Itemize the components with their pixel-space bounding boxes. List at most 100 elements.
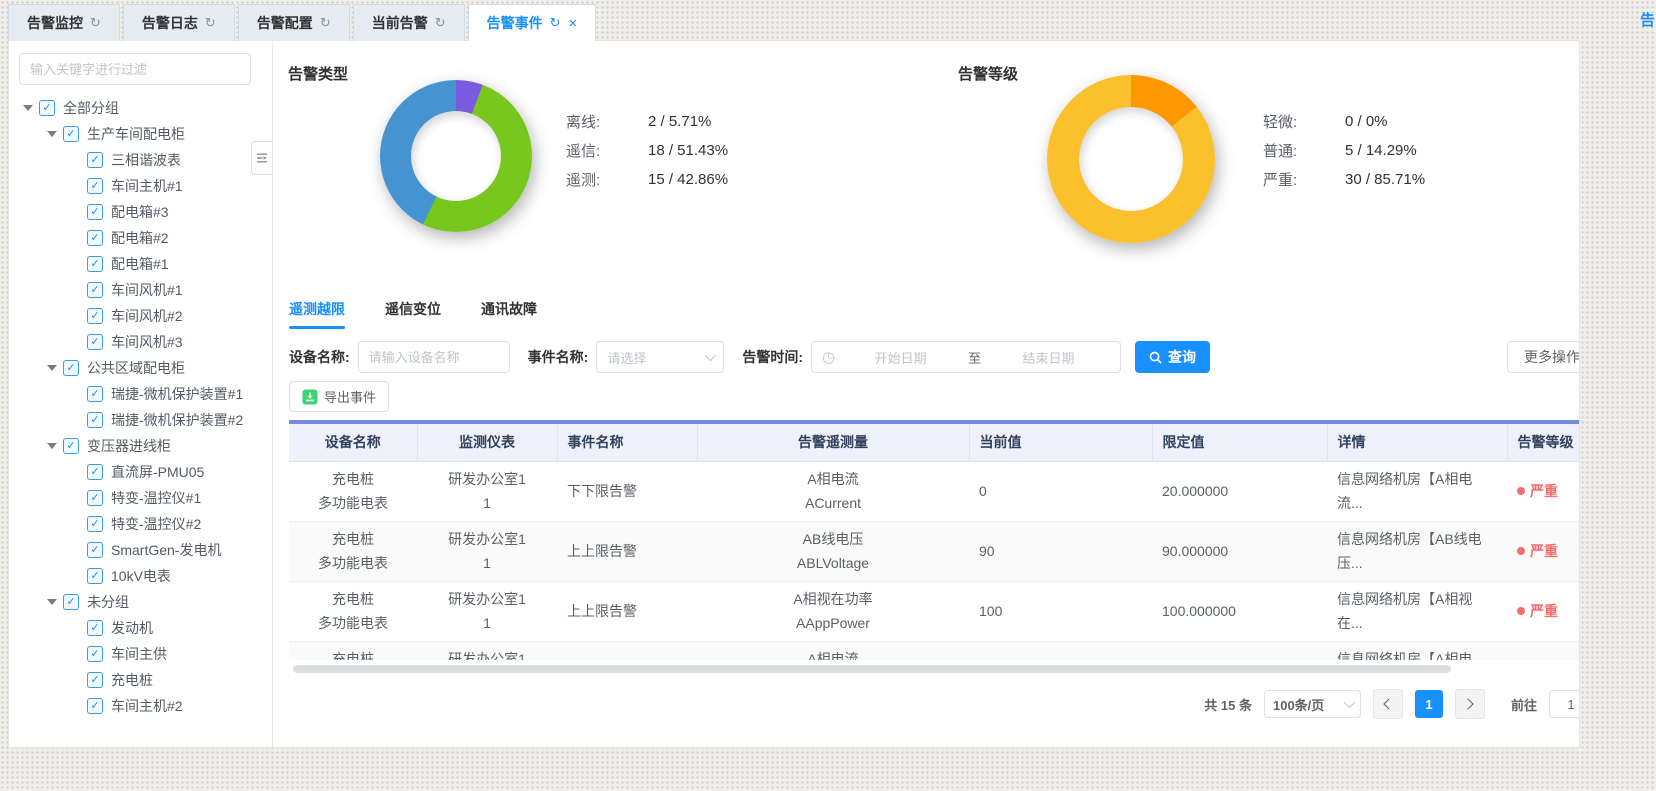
tree-node-发动机[interactable]: ✓发动机 xyxy=(19,615,272,641)
checkbox[interactable]: ✓ xyxy=(63,360,79,376)
tab-label: 告警监控 xyxy=(27,13,83,33)
checkbox[interactable]: ✓ xyxy=(87,672,103,688)
checkbox[interactable]: ✓ xyxy=(87,490,103,506)
close-icon[interactable]: × xyxy=(569,15,578,32)
alarm-level-donut-chart[interactable] xyxy=(1047,75,1215,243)
checkbox[interactable]: ✓ xyxy=(87,412,103,428)
chart-title-alarm-type: 告警类型 xyxy=(288,63,348,84)
tree-node-配电箱#3[interactable]: ✓配电箱#3 xyxy=(19,199,272,225)
refresh-icon[interactable]: ↻ xyxy=(205,15,216,31)
tree-node-直流屏-PMU05[interactable]: ✓直流屏-PMU05 xyxy=(19,459,272,485)
tab-告警日志[interactable]: 告警日志↻ xyxy=(123,4,235,41)
tree-node-label: 配电箱#2 xyxy=(111,228,169,248)
table-row[interactable]: 充电桩多功能电表研发办公室11上上限告警AB线电压ABLVoltage9090.… xyxy=(289,521,1579,581)
checkbox[interactable]: ✓ xyxy=(87,620,103,636)
checkbox[interactable]: ✓ xyxy=(63,594,79,610)
tree-filter-input[interactable] xyxy=(19,53,251,85)
checkbox[interactable]: ✓ xyxy=(87,334,103,350)
severity-label: 严重 xyxy=(1530,659,1558,660)
caret-down-icon[interactable] xyxy=(47,131,57,137)
tree-node-车间风机#3[interactable]: ✓车间风机#3 xyxy=(19,329,272,355)
sidebar-collapse-handle[interactable] xyxy=(251,141,272,175)
tree-node-未分组[interactable]: ✓未分组 xyxy=(19,589,272,615)
goto-page-input[interactable] xyxy=(1549,690,1579,718)
tree-node-SmartGen-发电机[interactable]: ✓SmartGen-发电机 xyxy=(19,537,272,563)
tree-node-公共区域配电柜[interactable]: ✓公共区域配电柜 xyxy=(19,355,272,381)
tree-node-特变-温控仪#2[interactable]: ✓特变-温控仪#2 xyxy=(19,511,272,537)
end-date-placeholder[interactable]: 结束日期 xyxy=(987,348,1110,367)
tree-node-label: 变压器进线柜 xyxy=(87,436,171,456)
legend-label: 离线: xyxy=(566,111,648,132)
query-button[interactable]: 查询 xyxy=(1135,341,1210,373)
tree-node-特变-温控仪#1[interactable]: ✓特变-温控仪#1 xyxy=(19,485,272,511)
checkbox[interactable]: ✓ xyxy=(87,178,103,194)
checkbox[interactable]: ✓ xyxy=(87,256,103,272)
tree-node-车间风机#1[interactable]: ✓车间风机#1 xyxy=(19,277,272,303)
tree-node-车间主机#2[interactable]: ✓车间主机#2 xyxy=(19,693,272,719)
cell-meter: 研发办公室11 xyxy=(417,521,557,581)
subtab-遥测越限[interactable]: 遥测越限 xyxy=(289,299,345,329)
checkbox[interactable]: ✓ xyxy=(63,438,79,454)
start-date-placeholder[interactable]: 开始日期 xyxy=(839,348,962,367)
caret-down-icon[interactable] xyxy=(47,365,57,371)
tree-node-全部分组[interactable]: ✓全部分组 xyxy=(19,95,272,121)
tab-当前告警[interactable]: 当前告警↻ xyxy=(353,4,465,41)
subtab-遥信变位[interactable]: 遥信变位 xyxy=(385,299,441,329)
caret-down-icon[interactable] xyxy=(47,599,57,605)
checkbox[interactable]: ✓ xyxy=(87,542,103,558)
prev-page-button[interactable] xyxy=(1373,689,1403,719)
tab-告警监控[interactable]: 告警监控 ↻ xyxy=(8,4,120,41)
cell-line: 研发办公室1 xyxy=(427,467,547,491)
checkbox[interactable]: ✓ xyxy=(87,230,103,246)
checkbox[interactable]: ✓ xyxy=(87,646,103,662)
refresh-icon[interactable]: ↻ xyxy=(90,15,101,31)
tree-node-生产车间配电柜[interactable]: ✓生产车间配电柜 xyxy=(19,121,272,147)
refresh-icon[interactable]: ↻ xyxy=(320,15,331,31)
more-actions-button[interactable]: 更多操作 xyxy=(1507,341,1579,373)
next-page-button[interactable] xyxy=(1455,689,1485,719)
tree-node-配电箱#1[interactable]: ✓ 配电箱#1 xyxy=(19,251,272,277)
subtab-通讯故障[interactable]: 通讯故障 xyxy=(481,299,537,329)
page-number-button[interactable]: 1 xyxy=(1415,690,1443,718)
refresh-icon[interactable]: ↻ xyxy=(435,15,446,31)
checkbox[interactable]: ✓ xyxy=(39,100,55,116)
tab-告警事件[interactable]: 告警事件↻× xyxy=(468,4,597,41)
table-row[interactable]: 充电桩多功能电表研发办公室11上上限告警A相视在功率AAppPower10010… xyxy=(289,581,1579,641)
horizontal-scrollbar[interactable] xyxy=(289,665,1579,673)
page-size-select[interactable]: 100条/页 xyxy=(1264,690,1361,718)
tree-node-充电桩[interactable]: ✓充电桩 xyxy=(19,667,272,693)
checkbox[interactable]: ✓ xyxy=(87,698,103,714)
checkbox[interactable]: ✓ xyxy=(87,386,103,402)
tree-node-变压器进线柜[interactable]: ✓ 变压器进线柜 xyxy=(19,433,272,459)
table-row[interactable]: 充电桩多功能电表研发办公室11下下限告警A相电流ACurrent020.0000… xyxy=(289,641,1579,660)
export-events-button[interactable]: 导出事件 xyxy=(289,381,389,412)
tree-node-车间主机#1[interactable]: ✓车间主机#1 xyxy=(19,173,272,199)
checkbox[interactable]: ✓ xyxy=(87,568,103,584)
tab-告警配置[interactable]: 告警配置↻ xyxy=(238,4,350,41)
tree-node-瑞捷-微机保护装置#2[interactable]: ✓瑞捷-微机保护装置#2 xyxy=(19,407,272,433)
refresh-icon[interactable]: ↻ xyxy=(550,15,561,31)
caret-down-icon[interactable] xyxy=(23,105,33,111)
scrollbar-thumb[interactable] xyxy=(293,665,1451,673)
event-name-select[interactable]: 请选择 xyxy=(596,341,724,373)
caret-down-icon[interactable] xyxy=(47,443,57,449)
overflow-tab-text[interactable]: 告 xyxy=(1640,9,1655,30)
tree-node-车间风机#2[interactable]: ✓车间风机#2 xyxy=(19,303,272,329)
checkbox[interactable]: ✓ xyxy=(87,308,103,324)
alarm-type-donut-chart[interactable] xyxy=(380,80,532,232)
alarm-time-range-picker[interactable]: ◷ 开始日期 至 结束日期 xyxy=(811,341,1121,373)
tree-node-label: 配电箱#1 xyxy=(111,254,169,274)
checkbox[interactable]: ✓ xyxy=(63,126,79,142)
table-row[interactable]: 充电桩多功能电表研发办公室11下下限告警A相电流ACurrent020.0000… xyxy=(289,461,1579,521)
checkbox[interactable]: ✓ xyxy=(87,204,103,220)
tree-node-车间主供[interactable]: ✓车间主供 xyxy=(19,641,272,667)
checkbox[interactable]: ✓ xyxy=(87,152,103,168)
tree-node-10kV电表[interactable]: ✓10kV电表 xyxy=(19,563,272,589)
device-name-input[interactable] xyxy=(358,341,510,373)
tree-node-配电箱#2[interactable]: ✓ 配电箱#2 xyxy=(19,225,272,251)
checkbox[interactable]: ✓ xyxy=(87,464,103,480)
tree-node-三相谐波表[interactable]: ✓三相谐波表 xyxy=(19,147,272,173)
checkbox[interactable]: ✓ xyxy=(87,282,103,298)
tree-node-瑞捷-微机保护装置#1[interactable]: ✓瑞捷-微机保护装置#1 xyxy=(19,381,272,407)
checkbox[interactable]: ✓ xyxy=(87,516,103,532)
